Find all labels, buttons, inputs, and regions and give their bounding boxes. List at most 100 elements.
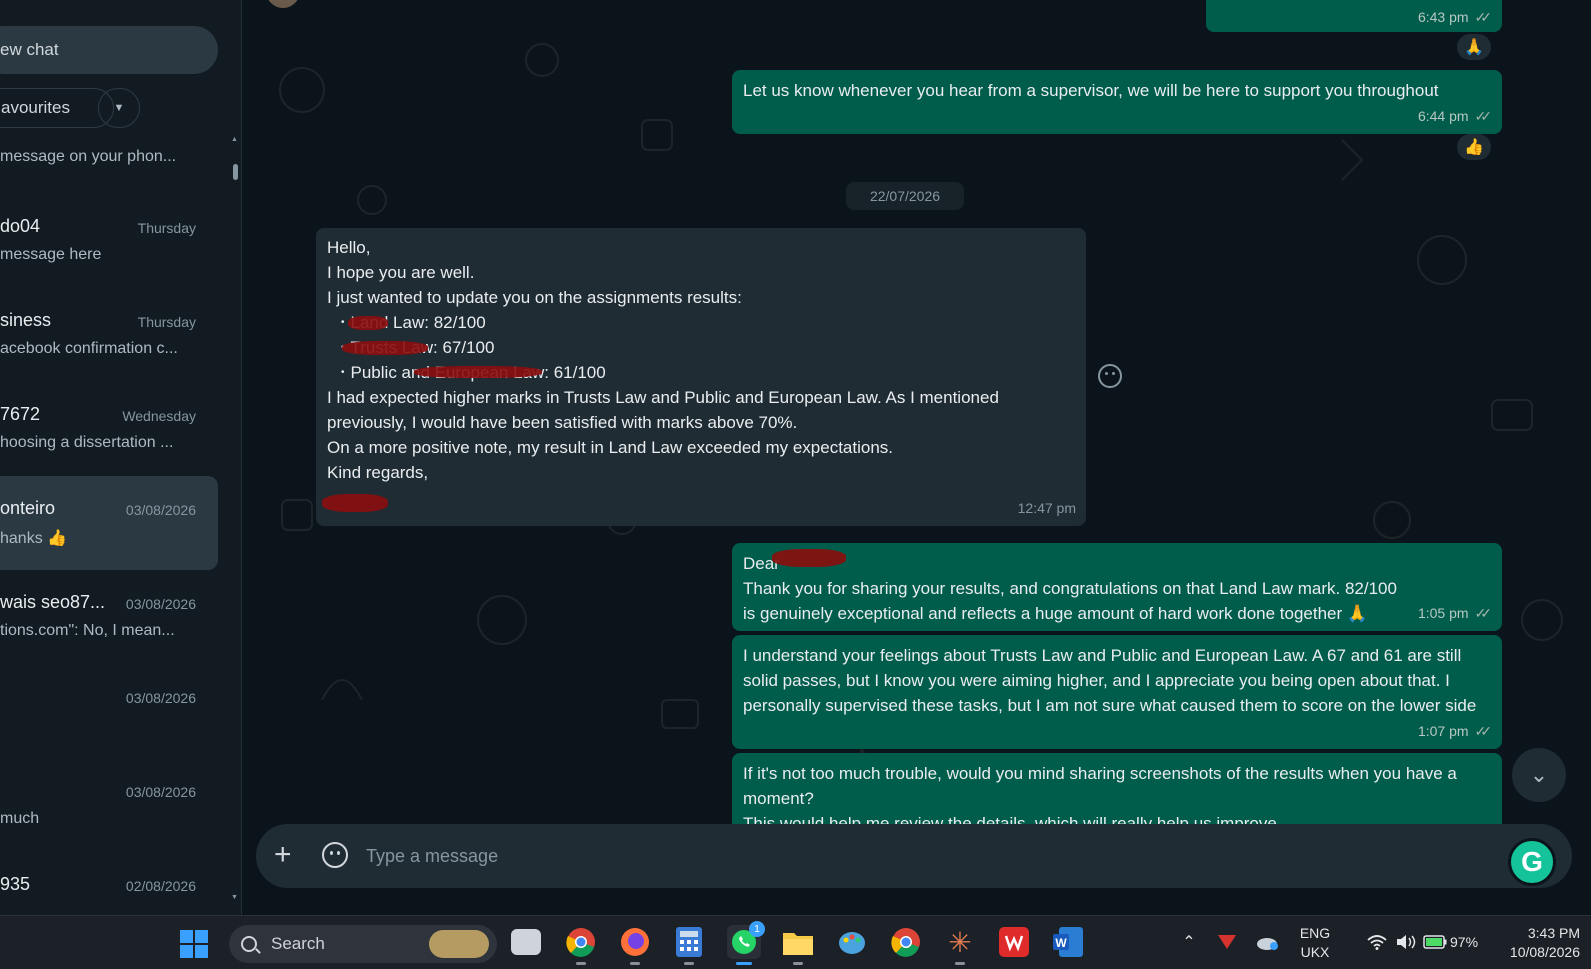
language-code: ENG xyxy=(1299,925,1331,941)
clock-date: 10/08/2026 xyxy=(1509,944,1580,960)
windows-taskbar: Search 1 ✳ W ⌃ ENG UKX 97% 3:43 PM 10/08… xyxy=(0,915,1591,969)
message-reaction[interactable]: 👍 xyxy=(1457,134,1491,160)
chrome-profile-icon[interactable] xyxy=(889,925,923,959)
message-text: If it's not too much trouble, would you … xyxy=(743,764,1457,808)
message-bubble-outgoing[interactable]: Dear Thank you for sharing your results,… xyxy=(732,543,1502,631)
message-line: Hello, xyxy=(327,238,371,257)
volume-icon[interactable] xyxy=(1390,925,1424,959)
chat-list-item[interactable]: 03/08/2026 xyxy=(0,664,218,758)
chat-name: do04 xyxy=(0,216,41,236)
chat-name: 7672 xyxy=(0,404,41,424)
chat-list-item[interactable]: 935 02/08/2026 xyxy=(0,852,218,915)
chat-time: 03/08/2026 xyxy=(125,690,196,706)
message-bubble-outgoing[interactable]: Let us know whenever you hear from a sup… xyxy=(732,70,1502,134)
chat-time: 03/08/2026 xyxy=(125,596,196,612)
keyboard-layout: UKX xyxy=(1300,944,1330,960)
chat-list-item[interactable]: do04 Thursday message here xyxy=(0,194,218,288)
taskbar-search[interactable]: Search xyxy=(229,925,497,963)
attach-plus-icon[interactable]: + xyxy=(274,840,292,870)
chat-list-item-active[interactable]: onteiro 03/08/2026 hanks 👍 xyxy=(0,476,218,570)
chat-time: 03/08/2026 xyxy=(125,502,196,518)
chat-name: wais seo87... xyxy=(0,592,106,612)
sidebar-scrollbar[interactable]: ▲ ▼ xyxy=(231,136,239,906)
chat-preview: acebook confirmation c... xyxy=(0,340,178,357)
message-time: 6:43 pm xyxy=(1417,9,1469,25)
message-input[interactable] xyxy=(366,838,1466,874)
chat-time: 03/08/2026 xyxy=(125,784,196,800)
chat-list-item[interactable]: message on your phon... xyxy=(0,96,218,190)
chat-time: Thursday xyxy=(137,220,196,236)
message-bubble-outgoing[interactable]: I understand your feelings about Trusts … xyxy=(732,635,1502,749)
result-item: Land Law: 82/100 xyxy=(341,310,1075,335)
wifi-icon[interactable] xyxy=(1360,925,1394,959)
result-item: Trusts Law: 67/100 xyxy=(341,335,1075,360)
message-paragraph: I had expected higher marks in Trusts La… xyxy=(327,388,999,432)
message-paragraph: On a more positive note, my result in La… xyxy=(327,438,894,457)
search-icon xyxy=(241,936,257,952)
chat-time: 02/08/2026 xyxy=(125,878,196,894)
chat-list-item[interactable]: 03/08/2026 much xyxy=(0,758,218,852)
message-line: I just wanted to update you on the assig… xyxy=(327,288,742,307)
message-reaction[interactable]: 🙏 xyxy=(1457,34,1491,60)
word-icon[interactable]: W xyxy=(1051,925,1085,959)
redaction-mark xyxy=(322,494,388,512)
chat-list-item[interactable]: siness Thursday acebook confirmation c..… xyxy=(0,288,218,382)
file-explorer-icon[interactable] xyxy=(781,925,815,965)
scroll-up-icon[interactable]: ▲ xyxy=(231,136,238,143)
chat-list-item[interactable]: wais seo87... 03/08/2026 tions.com": No,… xyxy=(0,570,218,664)
chrome-icon[interactable] xyxy=(564,925,598,965)
message-line: I hope you are well. xyxy=(327,263,475,282)
message-bubble-outgoing[interactable]: 6:43 pm ✓✓ xyxy=(1206,0,1502,32)
wps-office-icon[interactable] xyxy=(997,925,1031,959)
redaction-mark xyxy=(772,549,846,567)
chevron-up-icon[interactable]: ⌃ xyxy=(1172,925,1206,959)
whatsapp-icon[interactable]: 1 xyxy=(727,921,765,965)
antivirus-tray-icon[interactable] xyxy=(1210,925,1244,959)
message-bubble-outgoing[interactable]: If it's not too much trouble, would you … xyxy=(732,753,1502,833)
scroll-down-icon[interactable]: ▼ xyxy=(231,894,238,901)
scrollbar-thumb[interactable] xyxy=(233,164,238,180)
paint-icon[interactable] xyxy=(835,925,869,959)
message-time: 1:05 pm xyxy=(1417,605,1469,621)
message-time: 1:07 pm xyxy=(1417,723,1469,739)
calculator-icon[interactable] xyxy=(672,925,706,965)
new-chat-search[interactable]: ew chat xyxy=(0,26,218,74)
battery-icon[interactable] xyxy=(1422,925,1448,959)
message-time: 6:44 pm xyxy=(1417,108,1469,124)
claude-icon[interactable]: ✳ xyxy=(943,925,977,965)
double-check-icon: ✓✓ xyxy=(1474,605,1493,621)
sticker-emoji-icon[interactable] xyxy=(322,842,348,868)
redaction-mark xyxy=(414,366,542,378)
chat-preview: message here xyxy=(0,246,102,263)
message-paragraph: Kind regards, xyxy=(327,463,429,482)
message-text: I understand your feelings about Trusts … xyxy=(743,646,1477,715)
double-check-icon: ✓✓ xyxy=(1474,9,1493,25)
chat-time: Wednesday xyxy=(122,408,196,424)
battery-percent: 97% xyxy=(1450,934,1479,950)
firefox-icon[interactable] xyxy=(618,925,652,965)
windows-start-icon[interactable] xyxy=(180,930,208,958)
clock-time: 3:43 PM xyxy=(1527,925,1580,941)
message-bubble-incoming[interactable]: Hello, I hope you are well. I just wante… xyxy=(316,228,1086,526)
grammarly-icon[interactable]: G xyxy=(1508,838,1556,886)
system-clock[interactable]: 3:43 PM 10/08/2026 xyxy=(1500,924,1580,962)
chat-list-item[interactable]: 7672 Wednesday hoosing a dissertation ..… xyxy=(0,382,218,476)
chat-preview: message on your phon... xyxy=(0,148,177,165)
redaction-mark xyxy=(348,316,388,330)
message-time: 12:47 pm xyxy=(1017,500,1076,516)
search-highlight-image xyxy=(429,930,489,958)
chat-preview: hanks 👍 xyxy=(0,530,68,547)
language-indicator[interactable]: ENG UKX xyxy=(1296,924,1334,962)
chat-preview: tions.com": No, I mean... xyxy=(0,622,175,639)
chat-preview: hoosing a dissertation ... xyxy=(0,434,174,451)
message-composer: + xyxy=(256,824,1572,888)
react-emoji-icon[interactable] xyxy=(1098,364,1122,388)
conversation-pane: 6:43 pm ✓✓ 🙏 Let us know whenever you hea… xyxy=(242,0,1591,915)
onedrive-icon[interactable] xyxy=(1250,925,1284,959)
redaction-mark xyxy=(342,341,428,355)
message-greeting: Dear xyxy=(743,554,780,573)
task-view-icon[interactable] xyxy=(511,929,541,955)
scroll-to-bottom-button[interactable]: ⌄ xyxy=(1512,748,1566,802)
svg-text:W: W xyxy=(1055,936,1067,950)
notification-badge: 1 xyxy=(749,921,765,937)
